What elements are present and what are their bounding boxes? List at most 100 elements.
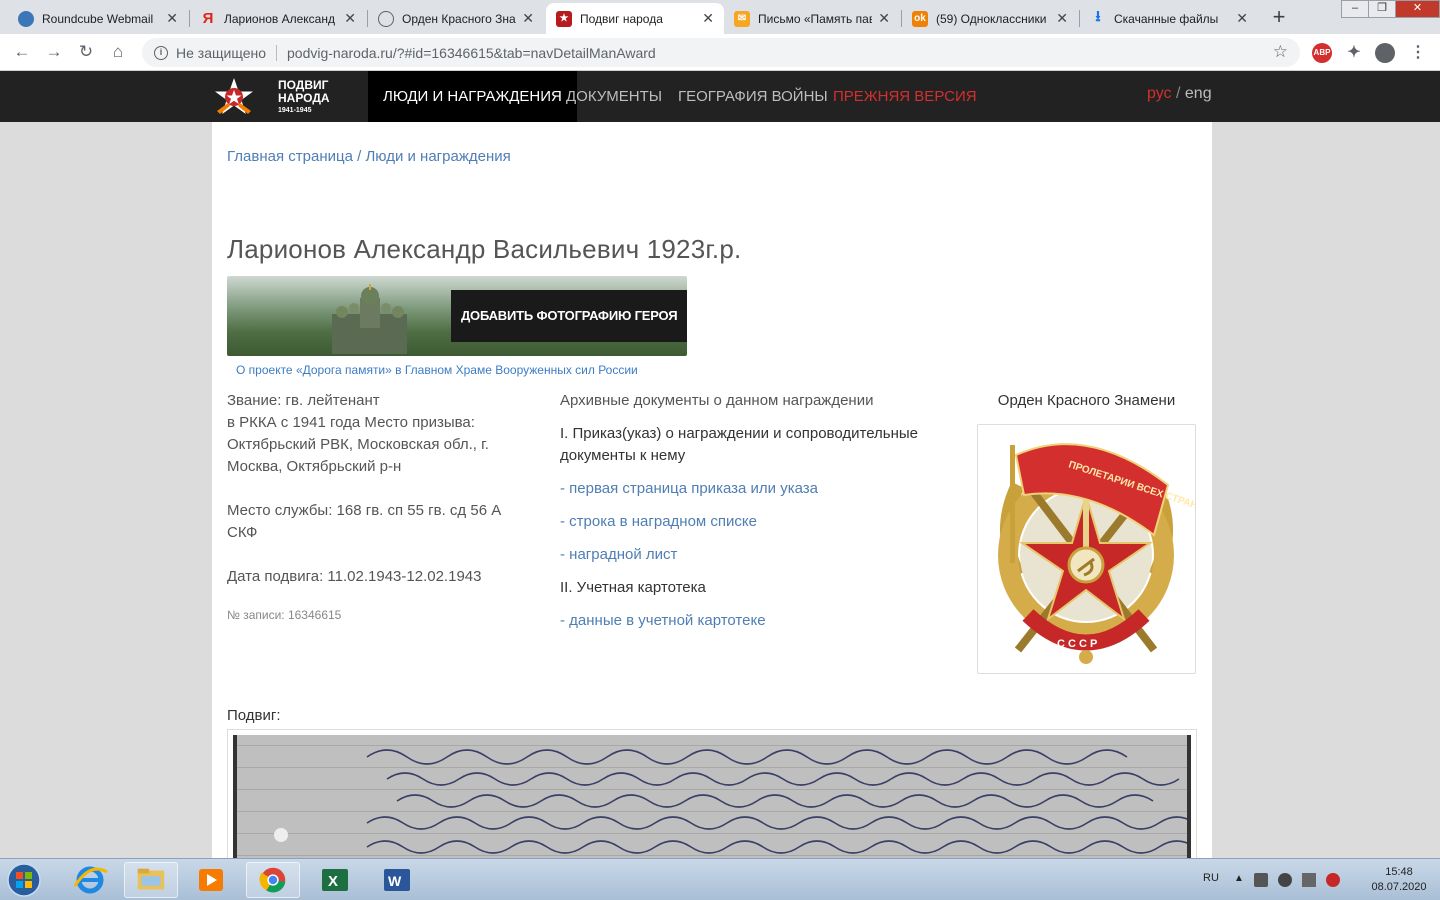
- site-logo[interactable]: ПОДВИГ НАРОДА 1941-1945: [212, 75, 342, 119]
- site-header: ПОДВИГ НАРОДА 1941-1945 ЛЮДИ И НАГРАЖДЕН…: [0, 71, 1440, 122]
- internet-explorer-icon[interactable]: [63, 862, 117, 898]
- road-of-memory-banner[interactable]: ДОБАВИТЬ ФОТОГРАФИЮ ГЕРОЯ: [227, 276, 687, 356]
- nav-documents[interactable]: ДОКУМЕНТЫ: [551, 71, 677, 122]
- extensions-puzzle-icon[interactable]: ✦: [1344, 43, 1364, 63]
- close-icon[interactable]: ✕: [522, 10, 534, 27]
- windows-taskbar: X W RU ▲ 15:48 08.07.2020: [0, 858, 1440, 900]
- tab-order-red-banner[interactable]: Орден Красного Зна ✕: [368, 3, 544, 34]
- breadcrumb-current[interactable]: Люди и награждения: [365, 148, 510, 165]
- globe-icon: [378, 10, 394, 27]
- flag-icon[interactable]: [1254, 873, 1268, 887]
- close-icon[interactable]: ✕: [702, 10, 714, 27]
- yandex-icon: Я: [202, 10, 214, 27]
- breadcrumb: Главная страница / Люди и награждения: [227, 148, 511, 165]
- tab-label: Скачанные файлы: [1114, 11, 1219, 26]
- start-button-icon[interactable]: [4, 862, 44, 898]
- page-title: Ларионов Александр Васильевич 1923г.р.: [227, 234, 742, 264]
- new-tab-button[interactable]: +: [1266, 5, 1292, 31]
- handwritten-award-document-image[interactable]: [233, 735, 1191, 858]
- chrome-icon[interactable]: [246, 862, 300, 898]
- volume-icon[interactable]: [1278, 873, 1292, 887]
- link-award-list-line[interactable]: - строка в наградном списке: [560, 511, 955, 533]
- tab-label: Письмо «Память пав: [758, 11, 873, 26]
- tab-downloads[interactable]: ⭳ Скачанные файлы ✕: [1080, 3, 1258, 34]
- add-hero-photo-button[interactable]: ДОБАВИТЬ ФОТОГРАФИЮ ГЕРОЯ: [451, 290, 687, 342]
- divider: [276, 44, 277, 61]
- mail-icon: ✉: [734, 10, 750, 27]
- close-icon[interactable]: ✕: [166, 10, 178, 27]
- tab-label: (59) Одноклассники: [936, 11, 1047, 26]
- security-alert-icon[interactable]: [1326, 873, 1340, 887]
- word-icon[interactable]: W: [370, 862, 424, 898]
- media-player-icon[interactable]: [184, 862, 238, 898]
- award-ring-text: С С С Р: [1057, 638, 1097, 650]
- clock[interactable]: 15:48 08.07.2020: [1368, 865, 1430, 895]
- nav-old-version[interactable]: ПРЕЖНЯЯ ВЕРСИЯ: [818, 71, 992, 122]
- link-order-first-page[interactable]: - первая страница приказа или указа: [560, 478, 955, 500]
- security-status[interactable]: Не защищено: [176, 45, 266, 61]
- back-icon[interactable]: ←: [10, 40, 34, 64]
- tab-roundcube[interactable]: Roundcube Webmail ✕: [8, 3, 188, 34]
- person-info: Звание: гв. лейтенант в РККА с 1941 года…: [227, 390, 527, 626]
- menu-kebab-icon[interactable]: ⋮: [1408, 43, 1428, 63]
- ok-icon: ok: [912, 10, 928, 27]
- award-panel: Орден Красного Знамени ПРОЛЕТАРИИ ВСЕХ С…: [977, 390, 1212, 674]
- restore-icon[interactable]: ❐: [1368, 0, 1396, 18]
- forward-icon[interactable]: →: [42, 40, 66, 64]
- roundcube-icon: [18, 10, 34, 27]
- archive-heading: Архивные документы о данном награждении: [560, 392, 874, 409]
- home-icon[interactable]: ⌂: [106, 40, 130, 64]
- feat-label: Подвиг:: [227, 707, 281, 724]
- close-icon[interactable]: ✕: [878, 10, 890, 27]
- logo-text: ПОДВИГ НАРОДА: [278, 79, 330, 105]
- nav-war-geography[interactable]: ГЕОГРАФИЯ ВОЙНЫ: [663, 71, 843, 122]
- tab-larionov-search[interactable]: Я Ларионов Александ ✕: [190, 3, 366, 34]
- logo-line2: НАРОДА: [278, 91, 330, 105]
- tab-podvig-naroda[interactable]: ★ Подвиг народа ✕: [546, 3, 724, 34]
- close-icon[interactable]: ✕: [1236, 10, 1248, 27]
- tab-odnoklassniki[interactable]: ok (59) Одноклассники ✕: [902, 3, 1078, 34]
- tab-label: Roundcube Webmail: [42, 11, 154, 26]
- feat-document-frame: [227, 729, 1197, 858]
- logo-years: 1941-1945: [278, 107, 312, 114]
- rank: Звание: гв. лейтенант: [227, 392, 380, 409]
- info-icon[interactable]: i: [154, 45, 168, 60]
- handwriting-scribble: [274, 749, 1187, 854]
- tab-label: Подвиг народа: [580, 11, 663, 26]
- tab-mail[interactable]: ✉ Письмо «Память пав ✕: [724, 3, 900, 34]
- input-language[interactable]: RU: [1203, 872, 1219, 884]
- url-text[interactable]: podvig-naroda.ru/?#id=16346615&tab=navDe…: [287, 45, 656, 61]
- bookmark-star-icon[interactable]: ☆: [1273, 42, 1288, 62]
- lang-ru[interactable]: рус: [1147, 85, 1172, 102]
- browser-toolbar: ← → ↻ ⌂ i Не защищено podvig-naroda.ru/?…: [0, 34, 1440, 71]
- link-award-sheet[interactable]: - наградной лист: [560, 544, 955, 566]
- close-icon[interactable]: ✕: [1056, 10, 1068, 27]
- archive-section-orders: I. Приказ(указ) о награждении и сопровод…: [560, 425, 919, 464]
- excel-icon[interactable]: X: [308, 862, 362, 898]
- lang-en[interactable]: eng: [1185, 85, 1212, 102]
- network-icon[interactable]: [1302, 873, 1316, 887]
- profile-avatar-icon[interactable]: [1375, 43, 1395, 63]
- feat-date: Дата подвига: 11.02.1943-12.02.1943: [227, 568, 482, 585]
- road-of-memory-link[interactable]: О проекте «Дорога памяти» в Главном Храм…: [236, 363, 638, 377]
- order-star-logo-icon: [215, 78, 253, 114]
- award-title: Орден Красного Знамени: [997, 392, 1176, 409]
- award-image[interactable]: ПРОЛЕТАРИИ ВСЕХ СТРАН, СОЕДИНЯЙТЕСЬ! С С…: [977, 424, 1212, 674]
- file-explorer-icon[interactable]: [124, 862, 178, 898]
- breadcrumb-home[interactable]: Главная страница: [227, 148, 353, 165]
- service-place: Место службы: 168 гв. сп 55 гв. сд 56 А …: [227, 502, 502, 541]
- adblock-icon[interactable]: ABP: [1312, 43, 1332, 63]
- minimize-icon[interactable]: ‒: [1341, 0, 1369, 18]
- cathedral-image: [332, 284, 407, 354]
- link-card-index-data[interactable]: - данные в учетной картотеке: [560, 610, 955, 632]
- archive-section-cards: II. Учетная картотека: [560, 579, 706, 596]
- nav-people-awards[interactable]: ЛЮДИ И НАГРАЖДЕНИЯ: [368, 71, 577, 122]
- close-icon[interactable]: ✕: [344, 10, 356, 27]
- show-hidden-icons-icon[interactable]: ▲: [1234, 873, 1248, 887]
- podvig-icon: ★: [556, 10, 572, 27]
- reload-icon[interactable]: ↻: [74, 40, 98, 64]
- order-red-banner-icon: ПРОЛЕТАРИИ ВСЕХ СТРАН, СОЕДИНЯЙТЕСЬ! С С…: [998, 443, 1212, 664]
- address-bar[interactable]: i Не защищено podvig-naroda.ru/?#id=1634…: [142, 38, 1300, 67]
- breadcrumb-separator: /: [352, 148, 366, 165]
- window-close-icon[interactable]: ✕: [1395, 0, 1440, 18]
